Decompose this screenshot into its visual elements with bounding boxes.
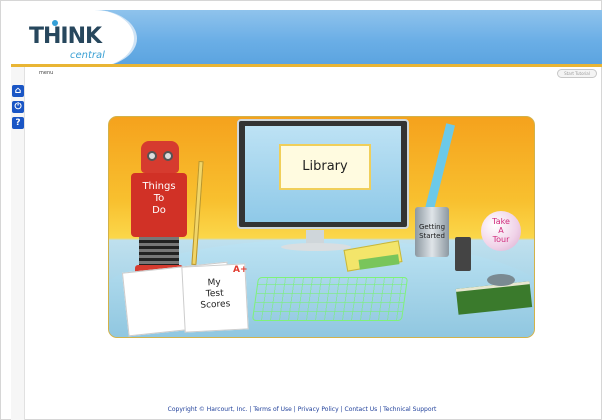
ruler xyxy=(424,123,455,215)
home-icon[interactable]: ⌂ xyxy=(12,85,24,97)
contact-link[interactable]: Contact Us xyxy=(345,406,378,413)
logo-think-text: THINK xyxy=(29,24,102,49)
nav-label: menu xyxy=(39,70,54,76)
footer-separator: | xyxy=(340,406,343,413)
things-to-do-button[interactable]: Things To Do xyxy=(131,173,187,237)
privacy-link[interactable]: Privacy Policy xyxy=(298,406,339,413)
logo-dot-icon xyxy=(52,20,58,26)
todo-label-line1: Things xyxy=(142,181,176,192)
student-desk-scene: Library Things To Do My Test Scores A+ G… xyxy=(108,116,535,338)
library-button[interactable]: Library xyxy=(279,144,371,190)
think-central-logo[interactable]: THINK central xyxy=(11,10,137,67)
tour-line3: Tour xyxy=(492,235,510,244)
robot-eye-right xyxy=(163,151,173,161)
footer-separator: | xyxy=(293,406,296,413)
tour-line2: A xyxy=(498,226,504,235)
help-icon[interactable]: ? xyxy=(12,117,24,129)
grade-mark: A+ xyxy=(233,265,248,275)
take-a-tour-button[interactable]: Take A Tour xyxy=(481,211,521,251)
robot-eye-left xyxy=(147,151,157,161)
footer-separator: | xyxy=(379,406,382,413)
monitor-base xyxy=(281,243,351,251)
scores-line3: Scores xyxy=(200,299,231,311)
keyboard xyxy=(251,277,409,321)
robot-legs xyxy=(139,237,179,267)
start-tutorial-button[interactable]: Start Tutorial xyxy=(557,69,597,78)
monitor-screen: Library xyxy=(245,126,401,222)
header-divider xyxy=(11,64,602,67)
monitor: Library xyxy=(237,119,409,229)
getting-started-line2: Started xyxy=(419,232,445,240)
tape-dispenser xyxy=(487,274,515,286)
getting-started-button[interactable]: Getting Started xyxy=(415,207,449,257)
todo-label-line2: To xyxy=(153,193,165,204)
pencil-sharpener xyxy=(455,237,471,271)
footer-separator: | xyxy=(249,406,252,413)
footer: Copyright © Harcourt, Inc. | Terms of Us… xyxy=(1,406,602,413)
support-link[interactable]: Technical Support xyxy=(383,406,436,413)
getting-started-line1: Getting xyxy=(418,223,446,231)
power-icon[interactable]: ⏻ xyxy=(12,101,24,113)
tour-line1: Take xyxy=(492,217,510,226)
logo-central-text: central xyxy=(70,50,105,61)
page-frame: THINK central ⌂ ⏻ ? menu Start Tutorial … xyxy=(0,0,602,420)
header-bar: THINK central xyxy=(11,10,602,67)
copyright-link[interactable]: Copyright © Harcourt, Inc. xyxy=(168,406,248,413)
terms-link[interactable]: Terms of Use xyxy=(253,406,291,413)
todo-label-line3: Do xyxy=(152,205,166,216)
robot-head[interactable] xyxy=(141,141,179,173)
